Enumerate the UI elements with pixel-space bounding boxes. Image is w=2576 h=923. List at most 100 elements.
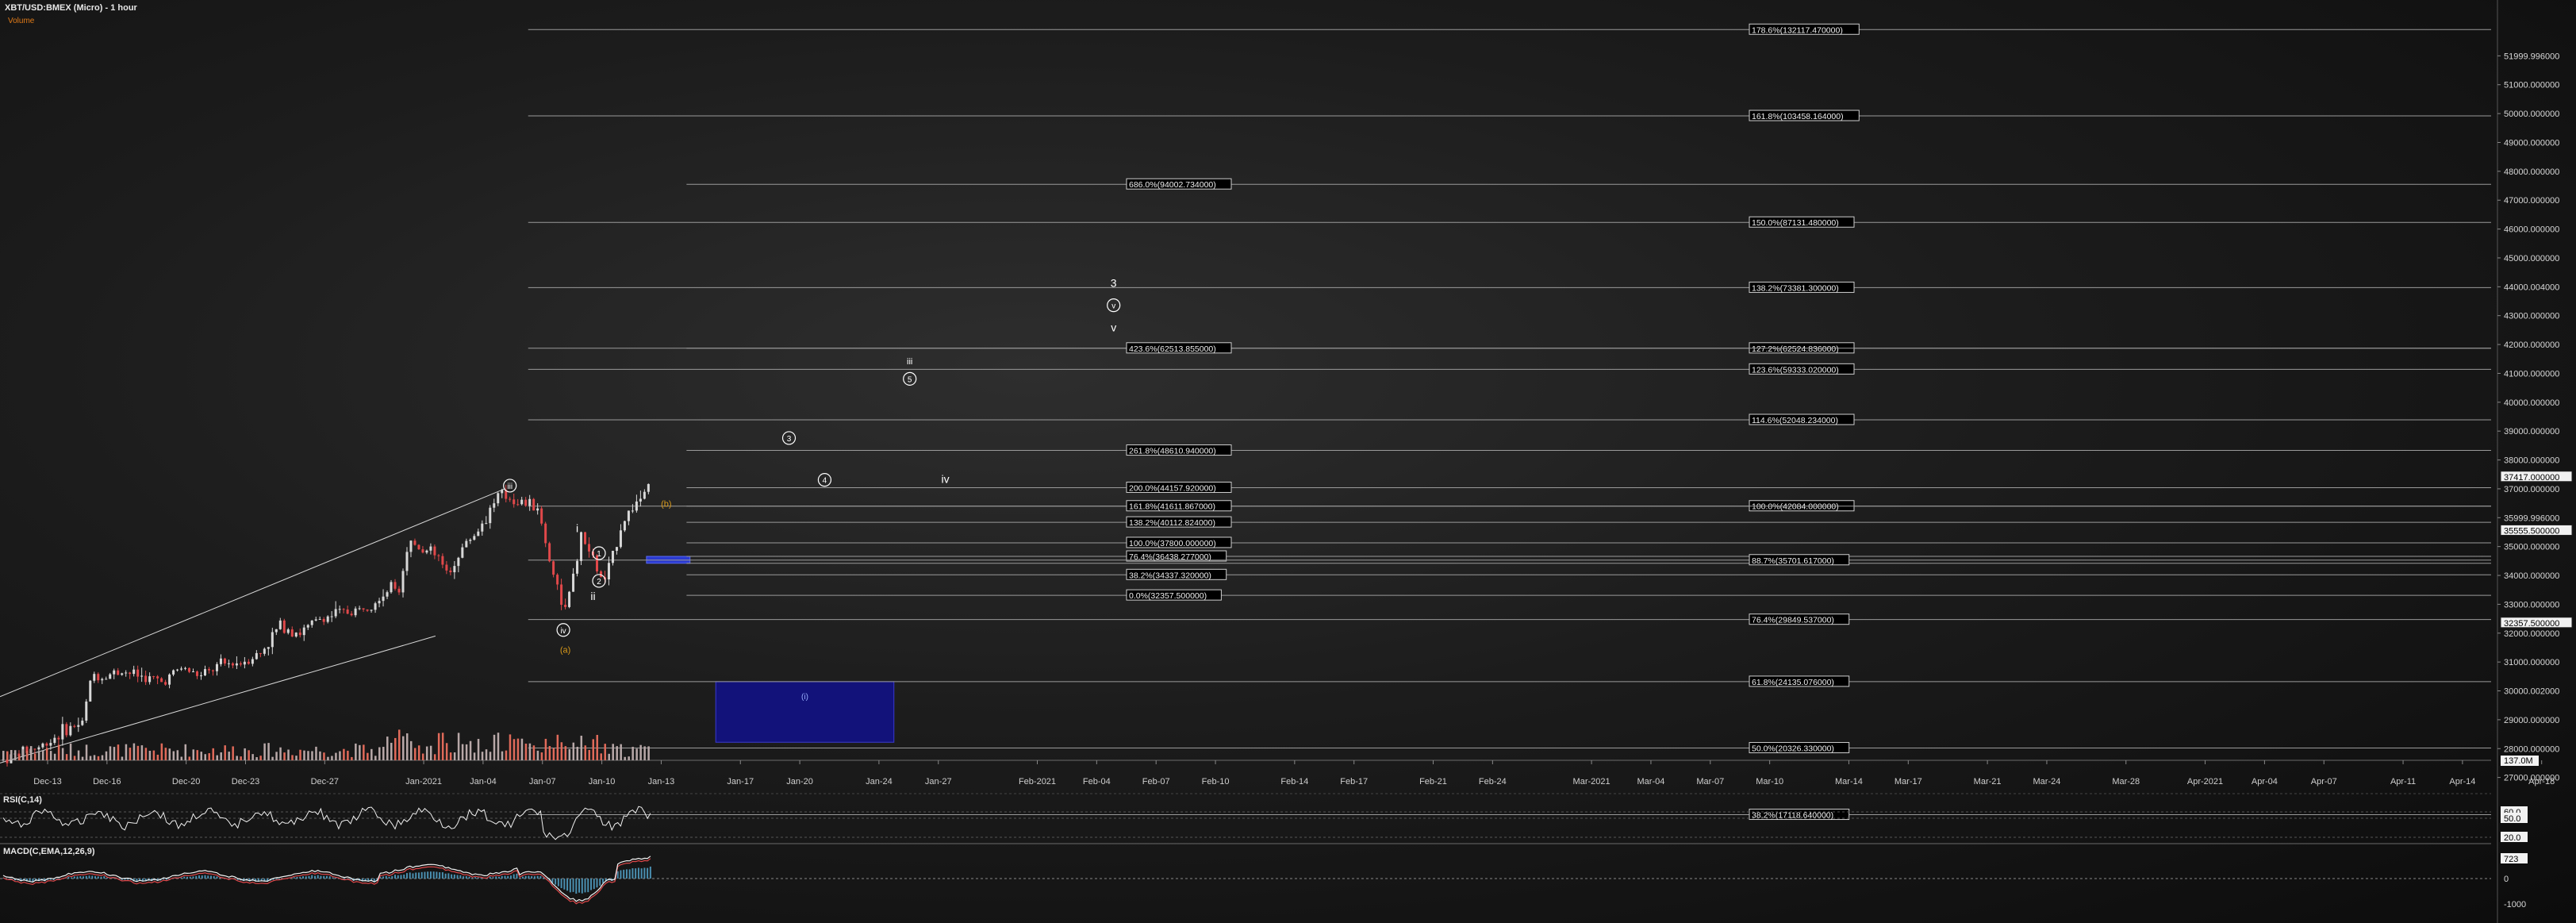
candle-body	[306, 625, 309, 628]
wave-label: v	[1111, 321, 1116, 334]
volume-bar	[528, 743, 532, 760]
y-tick-label: 47000.000000	[2504, 196, 2559, 206]
candle-body	[89, 680, 92, 702]
x-tick-label: Apr-07	[2311, 777, 2337, 786]
volume-bar	[113, 747, 116, 760]
axis-layer: 51999.996000 51000.000000 50000.000000 4900…	[33, 52, 2573, 786]
volume-bar	[580, 736, 583, 760]
volume-bar	[41, 750, 44, 760]
volume-bar	[323, 752, 325, 760]
candle-body	[156, 676, 159, 679]
x-tick-label: Mar-21	[1974, 777, 2002, 786]
volume-bar	[244, 748, 246, 760]
volume-bar	[481, 752, 484, 760]
candle-body	[528, 498, 532, 506]
volume-bar	[628, 756, 630, 760]
wave-label: 3	[787, 435, 792, 444]
volume-bar	[89, 756, 92, 760]
fib-level-label: 50.0%(20326.330000)	[1752, 744, 1834, 754]
volume-bar	[556, 734, 559, 760]
x-tick-label: Feb-21	[1419, 777, 1447, 786]
volume-bar	[168, 748, 171, 760]
wave-label: 2	[597, 578, 601, 586]
candle-body	[255, 652, 258, 660]
volume-bar	[608, 753, 610, 760]
wave-label: 3	[1111, 276, 1117, 289]
volume-bar	[299, 749, 301, 760]
candle-body	[223, 658, 226, 664]
fib-level-label: 38.2%(34337.320000)	[1129, 571, 1211, 580]
candle-body	[33, 748, 36, 750]
candle-body	[516, 504, 520, 506]
volume-bar	[65, 754, 68, 760]
volume-bar	[196, 750, 199, 760]
candle-body	[509, 498, 512, 500]
y-tick-label: 45000.000000	[2504, 254, 2559, 263]
candle-body	[326, 616, 329, 622]
volume-bar	[489, 752, 492, 760]
candle-body	[117, 670, 120, 675]
volume-bar	[49, 751, 52, 760]
volume-bar	[275, 752, 278, 760]
volume-bar	[136, 745, 140, 760]
target-box	[715, 681, 895, 743]
x-tick-label: Apr-14	[2449, 777, 2475, 786]
candle-body	[136, 669, 140, 677]
candle-body	[81, 721, 84, 725]
price-chart[interactable]: (i) 178.6%(132117.470000) 161.8%(103458.1…	[0, 0, 2576, 923]
wave-label: v	[1111, 302, 1115, 311]
y-tick-label: 41000.000000	[2504, 369, 2559, 379]
y-tick-label: 49000.000000	[2504, 138, 2559, 148]
volume-bar	[457, 733, 460, 760]
x-tick-label: Feb-04	[1083, 777, 1111, 786]
candle-body	[552, 561, 555, 575]
volume-bar	[97, 756, 100, 760]
x-tick-label: Dec-13	[33, 777, 61, 786]
volume-bar	[37, 751, 40, 760]
volume-bar	[429, 745, 432, 760]
candle-body	[560, 584, 563, 605]
volume-bar	[433, 754, 436, 760]
volume-bar	[279, 747, 282, 760]
wave-label: ii	[590, 590, 595, 602]
x-tick-label: Dec-27	[311, 777, 339, 786]
candle-body	[346, 609, 349, 614]
volume-bar	[132, 743, 136, 760]
volume-bar	[236, 756, 238, 760]
volume-bar	[647, 746, 650, 760]
candle-body	[278, 620, 282, 629]
y-tick-label: 48000.000000	[2504, 167, 2559, 177]
fib-level-label: 686.0%(94002.734000)	[1129, 180, 1216, 190]
candle-body	[619, 530, 622, 548]
volume-bar	[441, 733, 444, 760]
volume-bar	[77, 750, 80, 760]
volume-bar	[405, 733, 409, 760]
volume-bar	[453, 752, 456, 760]
volume-bar	[343, 748, 345, 760]
volume-bar	[493, 734, 496, 760]
candle-body	[366, 609, 369, 611]
volume-bar	[105, 751, 108, 760]
candle-body	[386, 592, 389, 597]
macd-tick-label: -1000	[2504, 900, 2526, 910]
candle-body	[294, 633, 298, 637]
candle-body	[180, 668, 183, 670]
rsi-tick-label: 20.0	[2504, 833, 2520, 843]
candle-body	[144, 675, 148, 683]
volume-bar	[501, 751, 504, 760]
candle-body	[298, 633, 301, 636]
candle-body	[65, 724, 68, 736]
candle-body	[101, 679, 104, 681]
candle-body	[524, 499, 528, 506]
volume-bar	[144, 748, 148, 760]
candle-body	[576, 560, 579, 574]
volume-bar	[382, 747, 385, 760]
candle-body	[477, 531, 480, 536]
x-tick-label: Jan-27	[925, 777, 952, 786]
x-tick-label: Dec-16	[93, 777, 121, 786]
y-tick-label: 42000.000000	[2504, 340, 2559, 350]
macd-tick-label: 0	[2504, 875, 2509, 884]
candle-body	[286, 629, 290, 633]
candle-body	[584, 532, 587, 544]
candle-body	[314, 619, 317, 621]
